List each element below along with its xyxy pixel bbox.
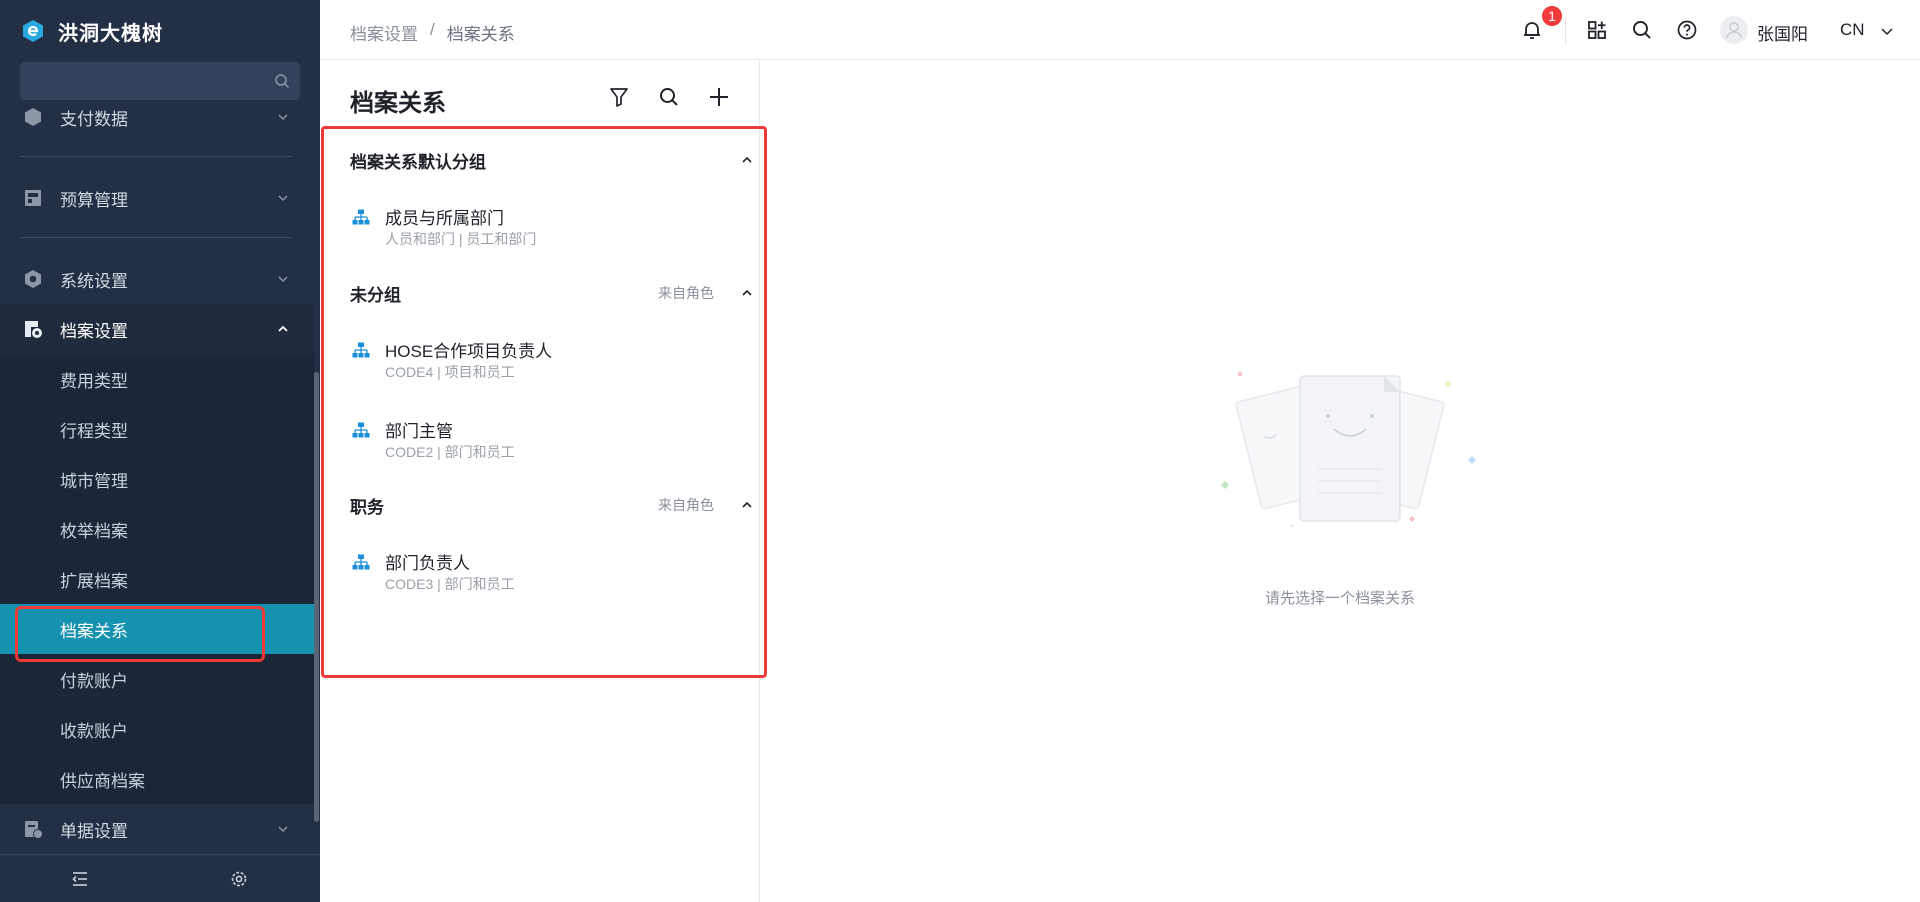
sidebar-item-payment-data[interactable]: 支付数据	[0, 104, 314, 142]
sidebar-subitem-trip-types[interactable]: 行程类型	[0, 404, 314, 454]
search-icon[interactable]	[1631, 19, 1653, 41]
sidebar-item-system-settings[interactable]: 系统设置	[0, 254, 314, 304]
help-icon[interactable]	[1676, 19, 1698, 41]
sidebar-subitem-city-management[interactable]: 城市管理	[0, 454, 314, 504]
sidebar-subitem-label: 付款账户	[60, 671, 128, 691]
sidebar-subitem-extended-archives[interactable]: 扩展档案	[0, 554, 314, 604]
chevron-up-icon	[278, 325, 288, 332]
sidebar-subitem-label: 供应商档案	[60, 771, 145, 791]
sidebar-subitem-label: 行程类型	[60, 421, 128, 441]
sidebar-item-archive-settings[interactable]: 档案设置	[0, 304, 314, 354]
annotation-highlight-box	[15, 606, 265, 662]
sidebar-scrollbar[interactable]	[314, 372, 319, 822]
brand-name: 洪洞大槐树	[58, 22, 163, 45]
sidebar-item-label: 档案设置	[60, 321, 128, 341]
sidebar-search-input[interactable]	[20, 62, 300, 100]
sidebar-menu: 支付数据 预算管理 系统设置 档案设置 费用类型 行程类型 城市管理 枚举档案 …	[0, 104, 320, 854]
brand[interactable]: 洪洞大槐树	[20, 16, 163, 46]
sidebar-item-label: 单据设置	[60, 821, 128, 841]
sidebar-subitem-supplier-archives[interactable]: 供应商档案	[0, 754, 314, 804]
sidebar-footer	[0, 854, 320, 902]
bell-icon[interactable]	[1521, 19, 1543, 41]
avatar[interactable]	[1720, 16, 1748, 44]
divider	[1565, 16, 1566, 44]
sidebar-item-label: 预算管理	[60, 190, 128, 210]
panel-title: 档案关系	[350, 90, 446, 117]
sidebar-subitem-receiving-accounts[interactable]: 收款账户	[0, 704, 314, 754]
sidebar-subitem-expense-types[interactable]: 费用类型	[0, 354, 314, 404]
apps-grid-icon[interactable]	[1586, 19, 1608, 41]
top-header: 档案设置 / 档案关系 1 张国阳 CN	[320, 0, 1920, 60]
chevron-down-icon	[278, 114, 288, 121]
empty-state-text: 请先选择一个档案关系	[1264, 590, 1415, 607]
notification-badge: 1	[1540, 4, 1564, 28]
sidebar: 洪洞大槐树 支付数据 预算管理 系统设置 档案设置 费用类型 行程类型 城市管理…	[0, 0, 320, 902]
user-name[interactable]: 张国阳	[1757, 20, 1808, 45]
annotation-highlight-box	[321, 126, 767, 678]
detail-panel: 请先选择一个档案关系	[760, 61, 1920, 902]
sidebar-subitem-label: 收款账户	[60, 721, 128, 741]
brand-logo-icon	[23, 20, 43, 42]
breadcrumb-separator: /	[430, 20, 435, 39]
breadcrumb: 档案设置 / 档案关系	[350, 20, 515, 45]
collapse-menu-icon[interactable]	[70, 869, 90, 889]
chevron-down-icon	[278, 826, 288, 833]
divider	[20, 156, 292, 157]
sidebar-item-budget[interactable]: 预算管理	[0, 173, 314, 223]
chevron-down-icon[interactable]	[1879, 23, 1895, 39]
chevron-down-icon	[278, 195, 288, 202]
hexagon-gear-icon	[25, 270, 41, 288]
user-icon	[1726, 22, 1742, 39]
sidebar-subitem-label: 费用类型	[60, 371, 128, 391]
sidebar-subitem-label: 扩展档案	[60, 571, 128, 591]
add-icon[interactable]	[707, 85, 731, 109]
sidebar-subitem-label: 枚举档案	[60, 521, 128, 541]
search-icon[interactable]	[657, 85, 681, 109]
breadcrumb-current: 档案关系	[446, 25, 515, 44]
form-settings-icon	[25, 821, 43, 839]
sidebar-item-label: 系统设置	[60, 271, 128, 291]
sidebar-subitem-enum-archives[interactable]: 枚举档案	[0, 504, 314, 554]
language-selector[interactable]: CN	[1840, 20, 1865, 40]
gear-icon[interactable]	[229, 869, 249, 889]
chevron-down-icon	[278, 276, 288, 283]
budget-icon	[25, 190, 41, 206]
filter-icon[interactable]	[607, 85, 631, 109]
breadcrumb-item[interactable]: 档案设置	[350, 20, 418, 45]
search-icon[interactable]	[274, 73, 290, 89]
sidebar-item-label: 支付数据	[60, 109, 128, 129]
sidebar-subitem-label: 城市管理	[60, 471, 128, 491]
empty-documents-illustration	[1221, 371, 1476, 528]
divider	[20, 237, 292, 238]
hexagon-icon	[25, 108, 41, 126]
archive-settings-icon	[25, 321, 42, 338]
sidebar-item-form-settings[interactable]: 单据设置	[0, 804, 314, 854]
